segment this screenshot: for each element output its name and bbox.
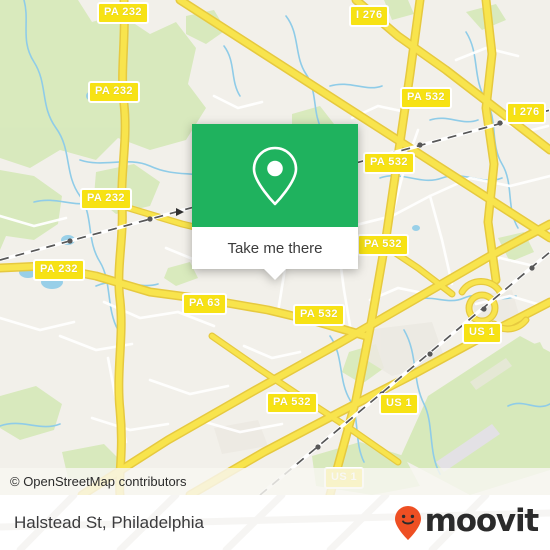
take-me-there-popup[interactable]: Take me there [192, 124, 358, 280]
map-attribution-bar: © OpenStreetMap contributors [0, 468, 550, 495]
popup-action-bar[interactable]: Take me there [192, 227, 358, 280]
road-shield: PA 232 [80, 188, 132, 210]
road-shield: PA 532 [363, 152, 415, 174]
road-shield: PA 532 [266, 392, 318, 414]
popup-tail-arrow [264, 269, 286, 280]
road-shield: I 276 [506, 102, 547, 124]
road-shield: PA 63 [182, 293, 228, 315]
road-shield: PA 532 [293, 304, 345, 326]
road-shield: PA 232 [88, 81, 140, 103]
map-screenshot-root: PA 232 I 276 PA 232 PA 532 I 276 PA 532 … [0, 0, 550, 550]
location-title-text: Halstead St, Philadelphia [14, 512, 204, 532]
moovit-logo[interactable]: moovit [393, 495, 540, 550]
road-shield: PA 532 [400, 87, 452, 109]
road-shield: PA 232 [97, 2, 149, 24]
road-shield: US 1 [462, 322, 503, 344]
road-shield: I 276 [349, 5, 390, 27]
footer-bar: Halstead St, Philadelphia moovit [0, 495, 550, 550]
osm-attribution-text[interactable]: © OpenStreetMap contributors [0, 474, 187, 489]
map-pin-icon [252, 146, 298, 205]
road-shield: PA 532 [357, 234, 409, 256]
popup-header [192, 124, 358, 227]
popup-action-label: Take me there [227, 239, 323, 257]
location-title: Halstead St, Philadelphia [14, 495, 204, 550]
road-shield: PA 232 [33, 259, 85, 281]
moovit-smiley-pin-icon [394, 505, 421, 540]
road-shield: US 1 [379, 393, 420, 415]
moovit-wordmark: moovit [424, 503, 540, 539]
map-canvas[interactable]: PA 232 I 276 PA 232 PA 532 I 276 PA 532 … [0, 0, 550, 495]
